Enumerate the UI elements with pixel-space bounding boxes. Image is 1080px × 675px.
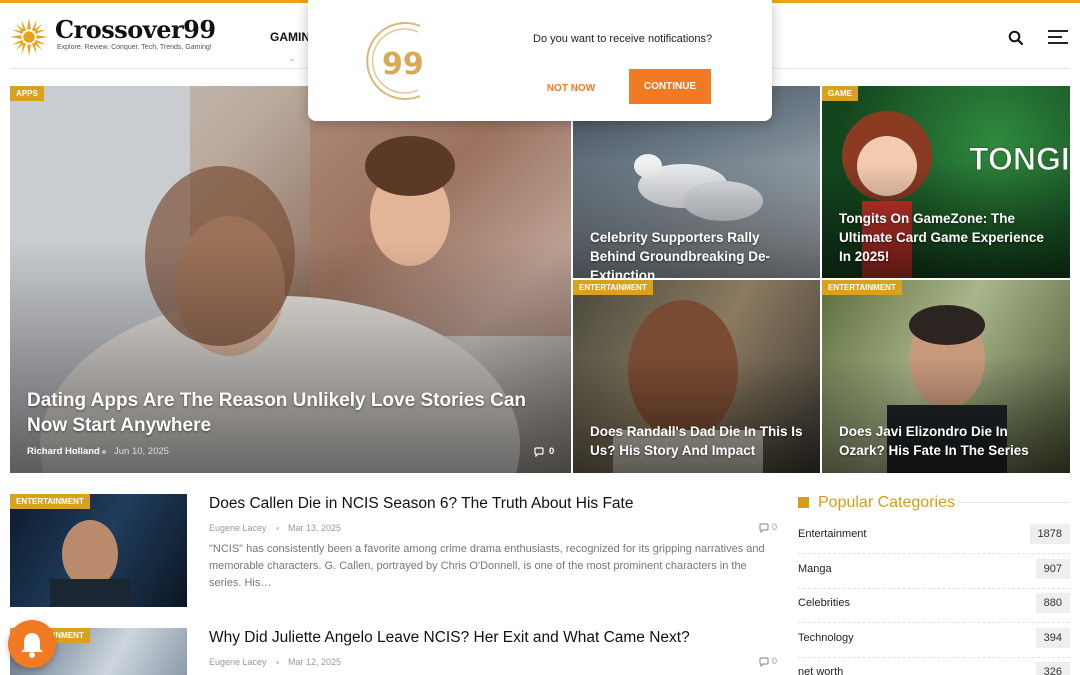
meta-separator (102, 450, 106, 454)
comment-icon[interactable] (534, 447, 544, 457)
not-now-button[interactable]: NOT NOW (533, 72, 609, 106)
post-photo (50, 520, 130, 607)
category-count: 394 (1035, 628, 1070, 648)
continue-button[interactable]: CONTINUE (629, 69, 711, 104)
post-excerpt: "NCIS" has consistently been a favorite … (209, 543, 765, 589)
sun-logo-icon[interactable] (10, 18, 48, 56)
featured-tile[interactable]: ENTERTAINMENT Does Randall's Dad Die In … (573, 280, 820, 473)
site-tagline: Explore. Review. Conquer. Tech, Trends, … (57, 44, 212, 51)
popular-categories-heading: Popular Categories (798, 494, 955, 512)
featured-tile-title[interactable]: Tongits On GameZone: The Ultimate Card G… (839, 209, 1053, 266)
category-count: 326 (1035, 662, 1070, 675)
category-count: 880 (1035, 593, 1070, 613)
category-item[interactable]: Celebrities 880 (798, 589, 1070, 623)
comment-icon[interactable] (759, 657, 769, 667)
chevron-down-icon: ⌄ (288, 53, 296, 63)
category-item[interactable]: Technology 394 (798, 624, 1070, 658)
post-author[interactable]: Eugene Lacey (209, 657, 267, 667)
nav-item-gaming[interactable]: GAMIN (270, 30, 310, 44)
comment-count: 0 (772, 656, 778, 666)
featured-tile-title[interactable]: Does Randall's Dad Die In This Is Us? Hi… (590, 422, 803, 460)
notification-question: Do you want to receive notifications? (533, 33, 713, 45)
notification-prompt: 99 Do you want to receive notifications?… (308, 0, 772, 121)
post-title[interactable]: Does Callen Die in NCIS Season 6? The Tr… (209, 495, 633, 513)
category-name[interactable]: Celebrities (798, 597, 850, 609)
post-date: Jun 10, 2025 (114, 446, 169, 457)
search-icon[interactable] (1008, 30, 1024, 46)
featured-main-title[interactable]: Dating Apps Are The Reason Unlikely Love… (27, 388, 541, 438)
category-count: 1878 (1029, 524, 1070, 544)
featured-tile[interactable]: ENTERTAINMENT Does Javi Elizondro Die In… (822, 280, 1070, 473)
heading-divider (958, 502, 1070, 503)
post-author[interactable]: Eugene Lacey (209, 523, 267, 533)
image-shade (10, 240, 571, 473)
category-count: 907 (1035, 559, 1070, 579)
category-badge[interactable]: GAME (822, 86, 858, 101)
heading-square-icon (798, 497, 809, 508)
badge-logo-text: 99 (382, 47, 424, 82)
post-title[interactable]: Why Did Juliette Angelo Leave NCIS? Her … (209, 629, 690, 647)
comment-count: 0 (549, 446, 555, 457)
category-item[interactable]: Manga 907 (798, 555, 1070, 589)
meta-separator (276, 527, 279, 530)
notification-bell-button[interactable] (8, 620, 56, 668)
featured-tile[interactable]: TONGI GAME Tongits On GameZone: The Ulti… (822, 86, 1070, 278)
category-name[interactable]: Manga (798, 563, 832, 575)
category-item[interactable]: Entertainment 1878 (798, 520, 1070, 554)
meta-separator (276, 661, 279, 664)
category-name[interactable]: Entertainment (798, 528, 866, 540)
category-name[interactable]: net worth (798, 666, 843, 675)
post-author[interactable]: Richard Holland (27, 446, 100, 457)
menu-icon[interactable] (1048, 30, 1068, 46)
site-logo-title[interactable]: Crossover99 (55, 15, 216, 44)
heading-text: Popular Categories (818, 494, 955, 511)
bell-icon (21, 633, 43, 658)
category-badge[interactable]: ENTERTAINMENT (573, 280, 653, 295)
post-thumbnail[interactable]: ENTERTAINMENT (10, 494, 187, 607)
post-date: Mar 13, 2025 (288, 523, 342, 533)
site-badge-logo: 99 (366, 22, 424, 100)
category-badge[interactable]: ENTERTAINMENT (10, 494, 90, 509)
featured-tile-title[interactable]: Does Javi Elizondro Die In Ozark? His Fa… (839, 422, 1053, 460)
category-item[interactable]: net worth 326 (798, 658, 1070, 675)
featured-main-tile[interactable]: APPS Dating Apps Are The Reason Unlikely… (10, 86, 571, 473)
comment-count: 0 (772, 522, 778, 532)
category-badge[interactable]: APPS (10, 86, 44, 101)
post-date: Mar 12, 2025 (288, 657, 342, 667)
featured-tile-title[interactable]: Celebrity Supporters Rally Behind Ground… (590, 228, 803, 278)
comment-icon[interactable] (759, 523, 769, 533)
category-badge[interactable]: ENTERTAINMENT (822, 280, 902, 295)
category-name[interactable]: Technology (798, 632, 854, 644)
